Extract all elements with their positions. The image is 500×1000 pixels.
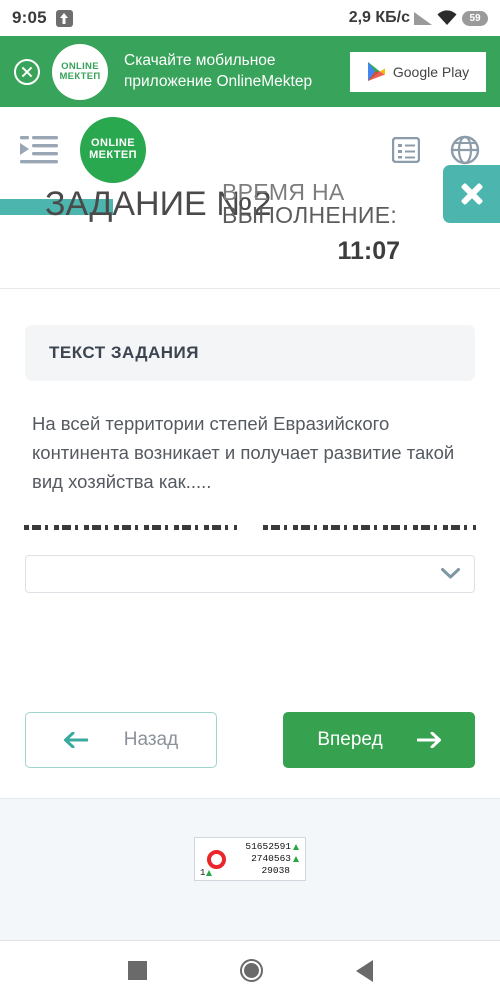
visit-counter-widget[interactable]: 1 51652591 2740563 29038 xyxy=(194,837,306,881)
network-speed-label: 2,9 КБ/с xyxy=(348,9,410,26)
timer-value: 11:07 xyxy=(337,237,400,265)
status-right-group: 2,9 КБ/с 59 xyxy=(349,9,488,27)
triangle-up-icon xyxy=(293,843,299,850)
counter-row-2-value: 2740563 xyxy=(251,852,291,864)
triangle-up-icon xyxy=(206,870,213,876)
circle-home-icon[interactable] xyxy=(239,959,263,982)
square-recents-icon[interactable] xyxy=(127,961,147,980)
timer-label-line2: ВЫПОЛНЕНИЕ: xyxy=(222,202,398,228)
answer-select[interactable] xyxy=(25,554,475,593)
header-logo-line2: МЕКТЕП xyxy=(89,148,137,161)
counter-row-2: 2740563 xyxy=(251,853,299,865)
arrow-left-icon xyxy=(63,732,88,748)
counter-row-1: 51652591 xyxy=(245,841,299,853)
next-button-label: Вперед xyxy=(317,729,383,750)
task-question-text: На всей территории степей Евразийского к… xyxy=(32,413,455,493)
google-play-icon xyxy=(367,62,385,81)
clipped-text-fragment xyxy=(24,524,237,530)
back-button-label: Назад xyxy=(123,729,179,750)
task-content-card: ТЕКСТ ЗАДАНИЯ На всей территории степей … xyxy=(0,288,500,798)
clipped-text-line xyxy=(24,519,476,533)
timer-block: ВРЕМЯ НА ВЫПОЛНЕНИЕ: 11:07 xyxy=(222,179,462,266)
next-button[interactable]: Вперед xyxy=(283,712,475,768)
back-button[interactable]: Назад xyxy=(25,712,217,768)
header-logo-line1: ONLINE xyxy=(91,136,135,149)
wifi-icon xyxy=(437,10,457,25)
google-play-label: Google Play xyxy=(392,63,470,80)
counter-numbers: 51652591 2740563 29038 xyxy=(233,841,301,877)
counter-rank-value: 1 xyxy=(200,868,206,878)
timer-label-line1: ВРЕМЯ НА xyxy=(222,179,345,203)
close-circle-icon[interactable] xyxy=(14,58,40,85)
status-bar: 9:05 2,9 КБ/с 59 xyxy=(0,0,500,36)
counter-row-3: 29038 xyxy=(261,865,299,877)
triangle-up-icon xyxy=(293,856,299,862)
list-icon[interactable] xyxy=(392,136,420,163)
android-nav-bar xyxy=(0,940,500,1000)
clipped-text-fragment xyxy=(263,524,476,530)
counter-rank: 1 xyxy=(200,868,213,878)
globe-icon[interactable] xyxy=(450,135,480,165)
task-title-zone: ЗАДАНИЕ №2 ВРЕМЯ НА ВЫПОЛНЕНИЕ: 11:07 xyxy=(0,179,500,288)
app-promo-banner[interactable]: ONLINE МЕКТЕП Скачайте мобильное приложе… xyxy=(0,36,500,107)
battery-indicator: 59 xyxy=(462,10,488,26)
red-ring-icon: 1 xyxy=(199,841,233,878)
phone-screen: 9:05 2,9 КБ/с 59 ONLINE МЕКТЕП Скачайте … xyxy=(0,0,500,1000)
signal-icon xyxy=(414,11,432,25)
counter-row-3-value: 29038 xyxy=(261,865,290,877)
status-time: 9:05 xyxy=(12,8,47,27)
promo-text: Скачайте мобильное приложение OnlineMekt… xyxy=(124,52,313,90)
chevron-down-icon[interactable] xyxy=(441,568,460,579)
navigation-buttons: Назад Вперед xyxy=(0,712,500,768)
triangle-back-icon[interactable] xyxy=(355,959,373,982)
promo-logo: ONLINE МЕКТЕП xyxy=(52,43,108,100)
task-section-header: ТЕКСТ ЗАДАНИЯ xyxy=(25,325,475,381)
page-footer: 1 51652591 2740563 29038 xyxy=(0,798,500,940)
arrow-right-icon xyxy=(416,732,441,748)
close-icon[interactable] xyxy=(443,165,500,223)
promo-logo-line1: ONLINE xyxy=(61,60,99,72)
task-section-header-label: ТЕКСТ ЗАДАНИЯ xyxy=(49,343,199,362)
header-actions xyxy=(392,135,480,165)
counter-row-1-value: 51652591 xyxy=(245,840,291,852)
header-logo[interactable]: ONLINE МЕКТЕП xyxy=(80,116,146,183)
menu-indent-icon[interactable] xyxy=(20,134,58,166)
red-ring-shape xyxy=(206,849,226,869)
google-play-button[interactable]: Google Play xyxy=(350,51,486,92)
upload-icon xyxy=(55,9,73,27)
promo-logo-line2: МЕКТЕП xyxy=(59,70,101,82)
